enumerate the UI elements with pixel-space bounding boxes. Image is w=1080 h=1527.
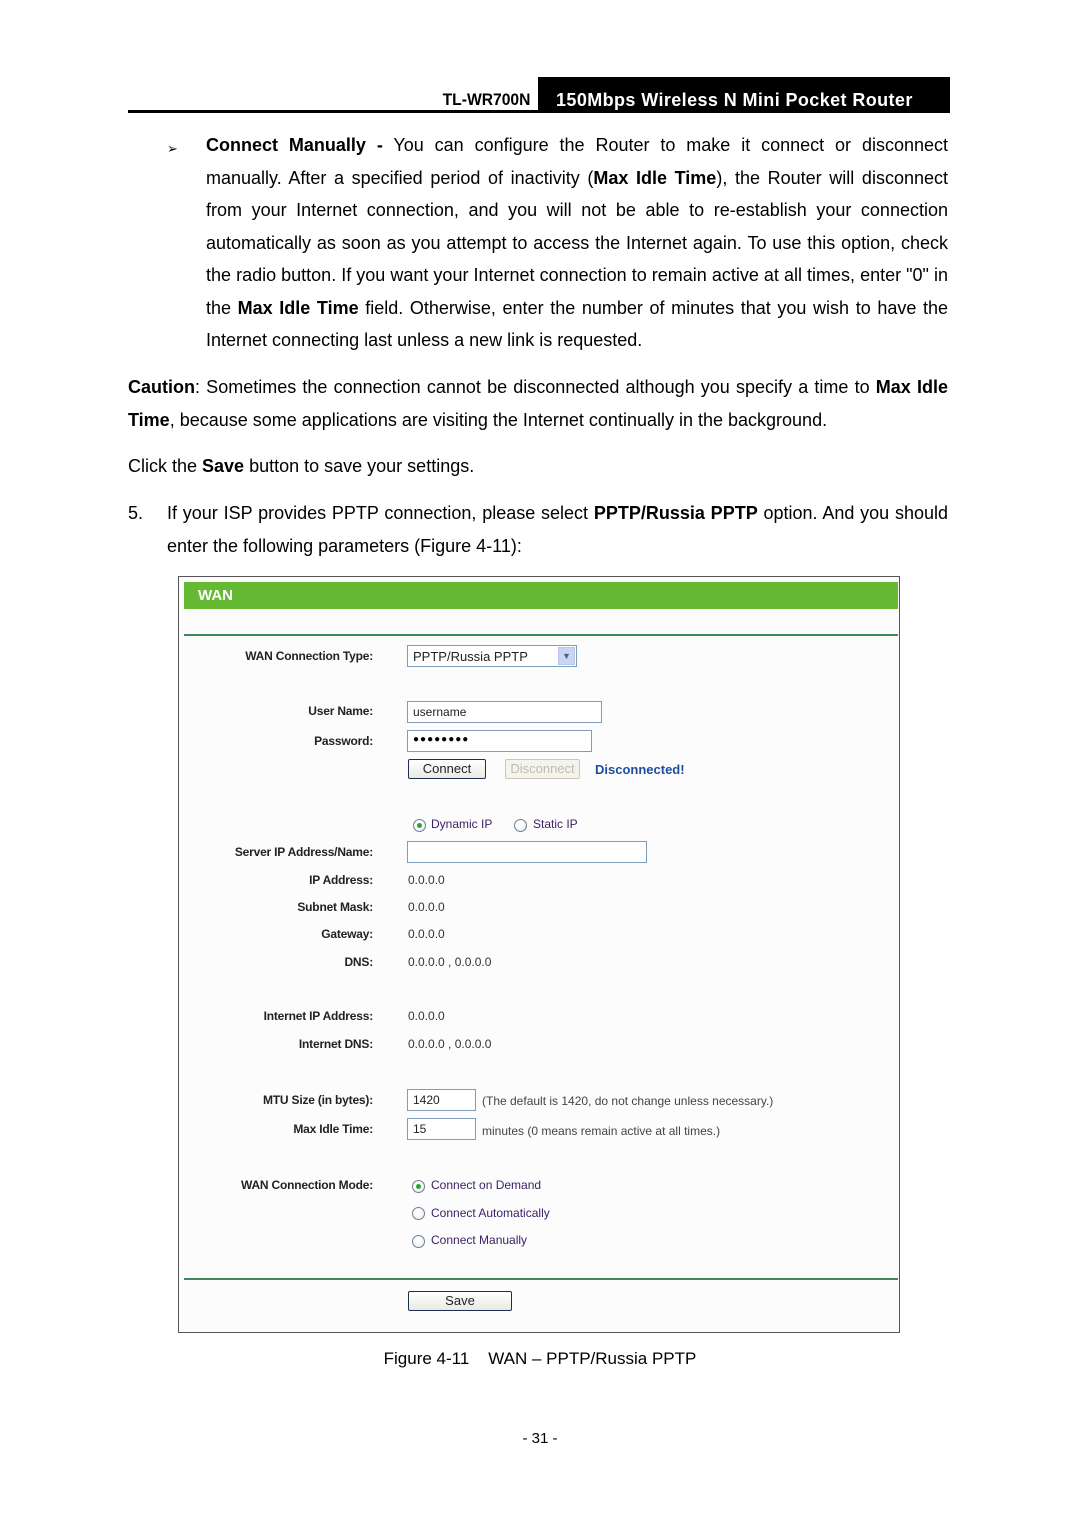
mtu-input[interactable]: 1420 xyxy=(407,1089,476,1111)
divider xyxy=(184,634,898,636)
text: , because some applications are visiting… xyxy=(169,409,828,430)
mtu-hint: (The default is 1420, do not change unle… xyxy=(482,1094,774,1108)
wan-type-select[interactable]: PPTP/Russia PPTP ▼ xyxy=(407,645,577,667)
disconnect-button[interactable]: Disconnect xyxy=(505,759,580,779)
save-instruction: Click the Save button to save your setti… xyxy=(128,450,948,483)
caution-paragraph: Caution: Sometimes the connection cannot… xyxy=(128,371,948,436)
ip-address-label: IP Address: xyxy=(309,873,373,887)
figure-caption: Figure 4-11 WAN – PPTP/Russia PPTP xyxy=(383,1349,697,1368)
text: ), the Router will disconnect from your … xyxy=(206,167,948,318)
dns-value: 0.0.0.0 , 0.0.0.0 xyxy=(408,955,492,969)
username-label: User Name: xyxy=(308,704,373,718)
gateway-label: Gateway: xyxy=(321,927,373,941)
radio-static-ip[interactable] xyxy=(514,819,527,832)
term-connect-manually: Connect Manually - xyxy=(206,135,383,155)
radio-connect-on-demand-label: Connect on Demand xyxy=(431,1178,542,1192)
wan-type-label: WAN Connection Type: xyxy=(245,649,373,663)
term-max-idle-time: Max Idle Time xyxy=(593,167,717,188)
subnet-mask-label: Subnet Mask: xyxy=(297,900,373,914)
page-number: - 31 - xyxy=(522,1430,558,1447)
model-name: TL-WR700N xyxy=(442,90,530,109)
radio-connect-on-demand[interactable] xyxy=(412,1180,425,1193)
product-title: 150Mbps Wireless N Mini Pocket Router xyxy=(538,77,950,112)
radio-connect-automatically[interactable] xyxy=(412,1207,425,1220)
password-label: Password: xyxy=(314,734,373,748)
dns-label: DNS: xyxy=(344,955,373,969)
page-header: TL-WR700N 150Mbps Wireless N Mini Pocket… xyxy=(128,77,950,113)
server-input[interactable] xyxy=(407,841,647,863)
text: If your ISP provides PPTP connection, pl… xyxy=(167,503,594,523)
term-save: Save xyxy=(202,456,245,476)
radio-static-ip-label: Static IP xyxy=(533,817,578,831)
term-pptp: PPTP/Russia PPTP xyxy=(593,503,758,523)
password-input[interactable]: ●●●●●●●● xyxy=(407,730,592,752)
chevron-down-icon[interactable]: ▼ xyxy=(558,647,575,665)
wan-title-bar: WAN xyxy=(184,582,898,609)
connect-manually-paragraph: Connect Manually - You can configure the… xyxy=(206,129,948,357)
radio-connect-manually-label: Connect Manually xyxy=(431,1233,528,1247)
radio-connect-manually[interactable] xyxy=(412,1235,425,1248)
text: Click the xyxy=(128,456,203,476)
text: : Sometimes the connection cannot be dis… xyxy=(195,377,876,397)
wan-mode-label: WAN Connection Mode: xyxy=(241,1178,373,1192)
radio-dynamic-ip-label: Dynamic IP xyxy=(431,817,493,831)
internet-ip-label: Internet IP Address: xyxy=(263,1009,374,1023)
internet-dns-label: Internet DNS: xyxy=(298,1037,373,1051)
max-idle-hint: minutes (0 means remain active at all ti… xyxy=(482,1124,721,1138)
wan-type-value: PPTP/Russia PPTP xyxy=(413,649,528,664)
internet-dns-value: 0.0.0.0 , 0.0.0.0 xyxy=(408,1037,492,1051)
max-idle-input[interactable]: 15 xyxy=(407,1118,476,1140)
gateway-value: 0.0.0.0 xyxy=(408,927,445,941)
term-max-idle-time: Max Idle Time xyxy=(237,297,359,318)
internet-ip-value: 0.0.0.0 xyxy=(408,1009,445,1023)
max-idle-label: Max Idle Time: xyxy=(293,1122,373,1136)
step-5-paragraph: If your ISP provides PPTP connection, pl… xyxy=(167,497,948,562)
ip-address-value: 0.0.0.0 xyxy=(408,873,445,887)
wan-settings-figure: WAN WAN Connection Type: PPTP/Russia PPT… xyxy=(178,576,900,1333)
divider xyxy=(184,1278,898,1280)
header-rule xyxy=(128,110,950,113)
mtu-label: MTU Size (in bytes): xyxy=(262,1093,373,1107)
server-label: Server IP Address/Name: xyxy=(234,845,373,859)
bullet-arrow-icon: ➢ xyxy=(167,141,178,156)
save-button[interactable]: Save xyxy=(408,1291,512,1311)
step-number: 5. xyxy=(128,503,144,523)
username-input[interactable]: username xyxy=(407,701,602,723)
subnet-mask-value: 0.0.0.0 xyxy=(408,900,445,914)
connection-status: Disconnected! xyxy=(595,762,685,777)
radio-connect-automatically-label: Connect Automatically xyxy=(431,1206,550,1220)
connect-button[interactable]: Connect xyxy=(408,759,486,779)
term-caution: Caution xyxy=(128,377,195,397)
text: button to save your settings. xyxy=(244,456,475,476)
radio-dynamic-ip[interactable] xyxy=(413,819,426,832)
